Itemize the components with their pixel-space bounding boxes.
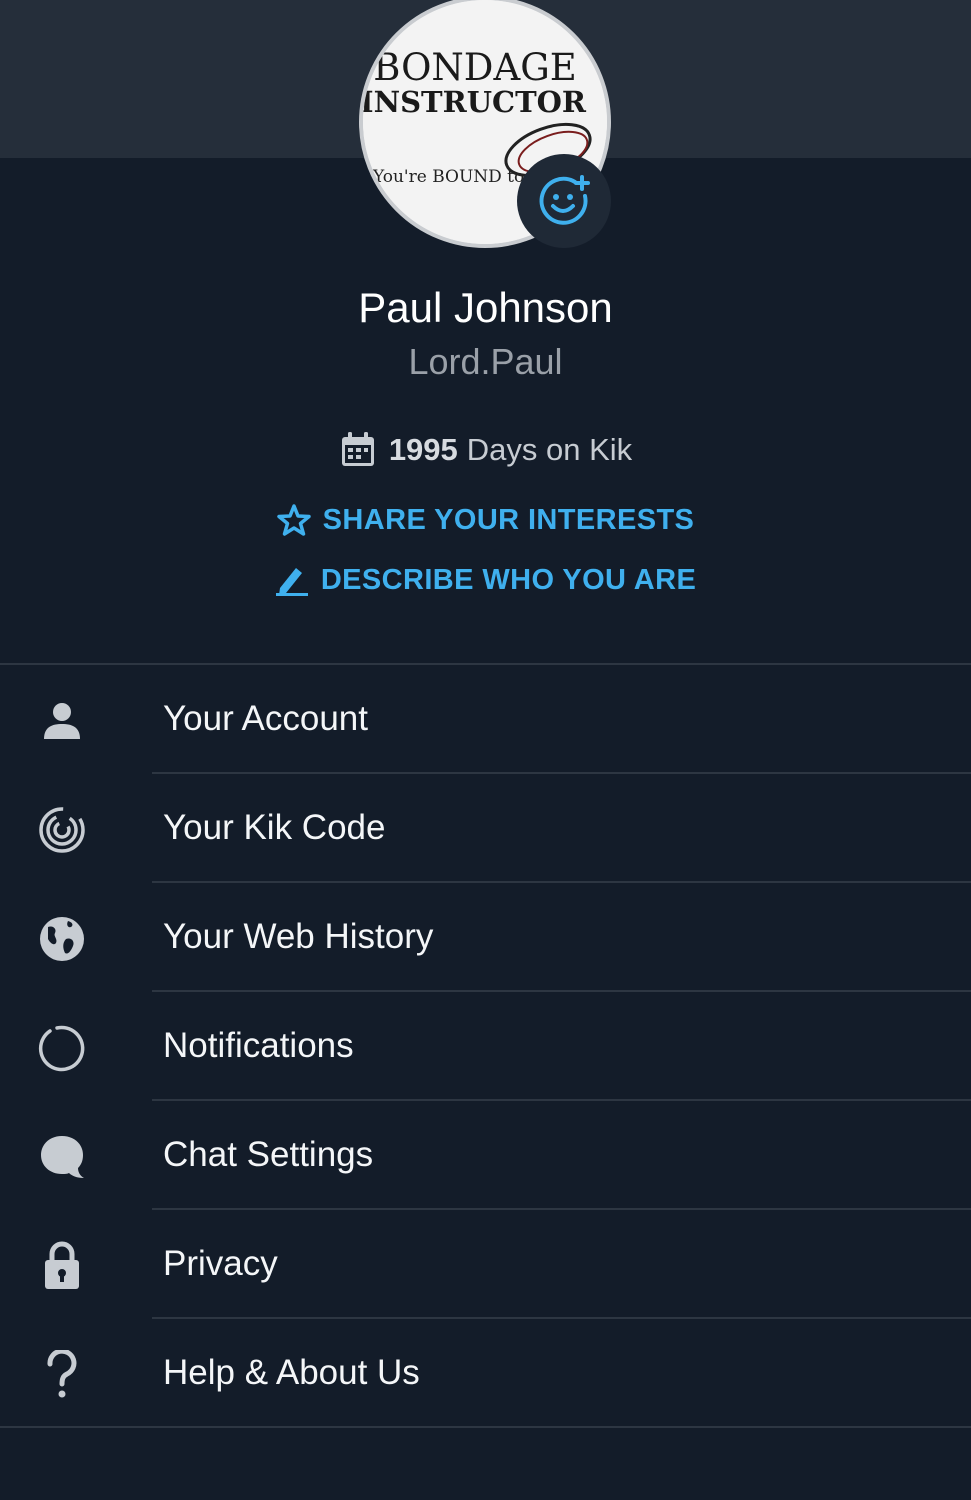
menu-label: Notifications: [163, 1026, 354, 1065]
menu-label: Your Account: [163, 699, 368, 738]
menu-label: Your Web History: [163, 917, 434, 956]
star-icon: [276, 503, 311, 537]
menu-item-notifications[interactable]: Notifications: [0, 992, 971, 1101]
avatar-text-line2: INSTRUCTOR: [363, 85, 587, 119]
menu-divider: [0, 1426, 971, 1428]
profile-avatar-area: BONDAGE INSTRUCTOR You're BOUND to ha: [359, 0, 611, 248]
calendar-icon: [339, 431, 377, 469]
menu-item-your-account[interactable]: Your Account: [0, 665, 971, 774]
share-interests-label: SHARE YOUR INTERESTS: [322, 503, 695, 536]
menu-item-privacy[interactable]: Privacy: [0, 1210, 971, 1319]
menu-item-chat-settings[interactable]: Chat Settings: [0, 1101, 971, 1210]
pencil-icon: [275, 563, 309, 597]
menu-item-your-web-history[interactable]: Your Web History: [0, 883, 971, 992]
profile-username: Lord.Paul: [408, 341, 563, 382]
person-icon: [36, 695, 88, 747]
describe-who-you-are-link[interactable]: DESCRIBE WHO YOU ARE: [0, 558, 971, 602]
smiley-plus-icon: [539, 175, 590, 225]
globe-icon: [36, 913, 88, 965]
menu-label: Privacy: [163, 1244, 278, 1283]
add-profile-photo-button[interactable]: [517, 154, 611, 248]
kik-code-icon: [36, 804, 88, 856]
menu-label: Chat Settings: [163, 1135, 374, 1174]
profile-name: Paul Johnson: [358, 284, 613, 331]
avatar-text-line1: BONDAGE: [373, 46, 577, 89]
help-icon: [36, 1349, 88, 1401]
menu-label: Help & About Us: [163, 1353, 420, 1392]
share-interests-link[interactable]: SHARE YOUR INTERESTS: [0, 498, 971, 542]
days-count: 1995: [388, 432, 458, 467]
lock-icon: [36, 1240, 88, 1292]
describe-label: DESCRIBE WHO YOU ARE: [320, 563, 697, 596]
settings-menu: Your Account Your Kik Code Your Web Hist…: [0, 665, 971, 1428]
menu-label: Your Kik Code: [163, 808, 386, 847]
days-on-kik: 1995 Days on Kik: [0, 428, 971, 472]
chat-bubble-icon: [36, 1131, 88, 1183]
days-label: Days on Kik: [466, 432, 633, 467]
menu-item-your-kik-code[interactable]: Your Kik Code: [0, 774, 971, 883]
notification-ring-icon: [36, 1022, 88, 1074]
menu-item-help-about[interactable]: Help & About Us: [0, 1319, 971, 1428]
